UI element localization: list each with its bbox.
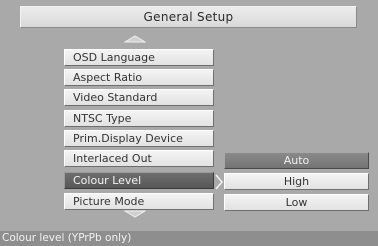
menu-title-bar: General Setup bbox=[20, 6, 357, 28]
option-high[interactable]: High bbox=[224, 173, 369, 190]
option-auto[interactable]: Auto bbox=[224, 152, 369, 169]
status-bar: Colour level (YPrPb only) bbox=[0, 231, 378, 246]
menu-item-prim-display-device[interactable]: Prim.Display Device bbox=[64, 130, 214, 147]
menu-item-picture-mode[interactable]: Picture Mode bbox=[64, 193, 214, 210]
option-low[interactable]: Low bbox=[224, 194, 369, 211]
status-help-text: Colour level (YPrPb only) bbox=[2, 232, 132, 244]
menu-item-interlaced-out[interactable]: Interlaced Out bbox=[64, 150, 214, 167]
submenu-chevron-icon bbox=[215, 174, 223, 190]
menu-item-osd-language[interactable]: OSD Language bbox=[64, 49, 214, 66]
menu-item-aspect-ratio[interactable]: Aspect Ratio bbox=[64, 69, 214, 86]
menu-item-ntsc-type[interactable]: NTSC Type bbox=[64, 110, 214, 127]
menu-item-colour-level[interactable]: Colour Level bbox=[64, 172, 214, 189]
menu-title: General Setup bbox=[143, 10, 234, 24]
scroll-up-icon[interactable] bbox=[124, 35, 146, 43]
scroll-down-icon[interactable] bbox=[124, 210, 146, 218]
menu-item-video-standard[interactable]: Video Standard bbox=[64, 89, 214, 106]
